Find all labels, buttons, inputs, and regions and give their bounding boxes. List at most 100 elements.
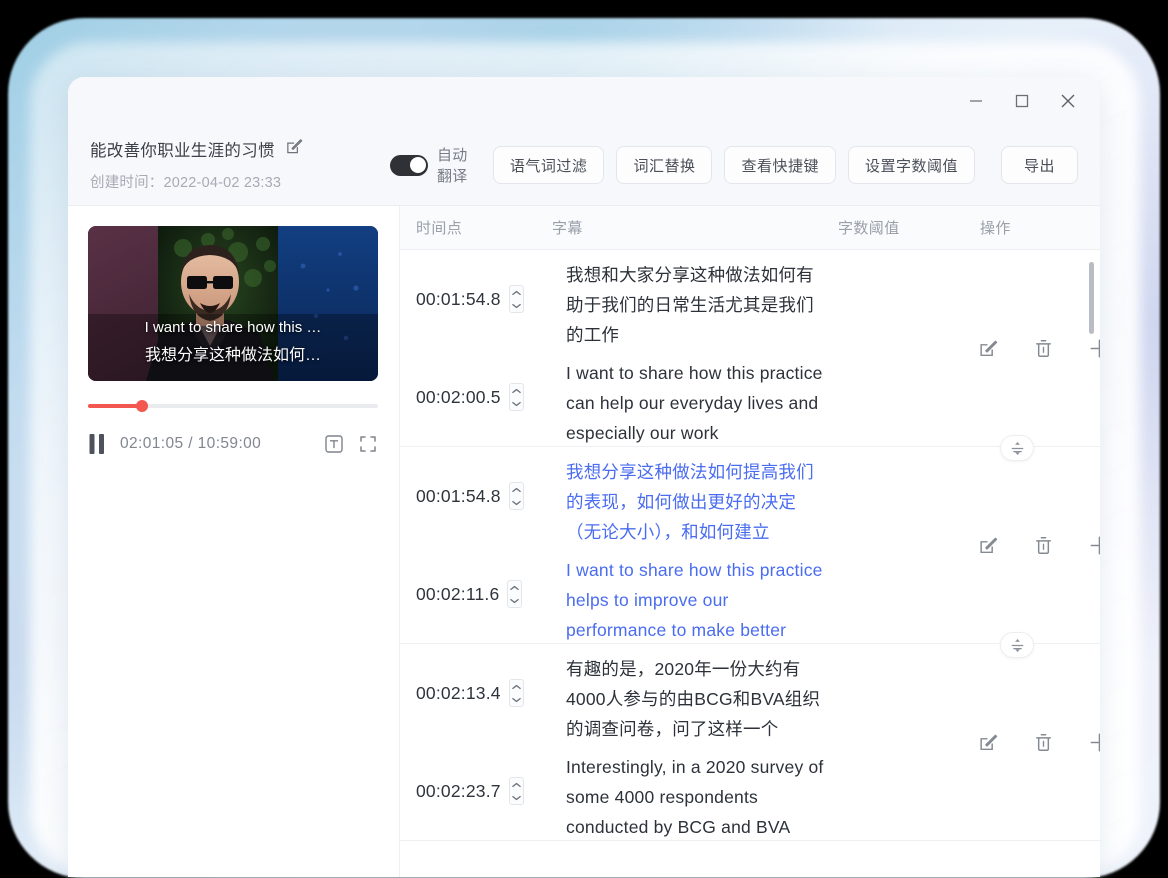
- subtitle-row[interactable]: 00:02:11.6 I want to share how this prac…: [400, 545, 838, 643]
- timestamp-stepper[interactable]: [509, 285, 524, 313]
- split-merge-button[interactable]: [1000, 435, 1034, 461]
- timestamp-value: 00:01:54.8: [416, 289, 501, 310]
- subtitle-row[interactable]: 00:02:23.7 Interestingly, in a 2020 surv…: [400, 742, 838, 840]
- timestamp-value: 00:02:13.4: [416, 683, 501, 704]
- chevron-down-icon: [512, 795, 521, 801]
- window-controls: [954, 77, 1090, 125]
- subtitle-text-zh[interactable]: 我想分享这种做法如何提高我们的表现，如何做出更好的决定（无论大小），和如何建立: [552, 447, 838, 545]
- auto-translate-toggle[interactable]: [390, 155, 428, 176]
- toggle-knob: [410, 157, 426, 173]
- timestamp-stepper[interactable]: [509, 383, 524, 411]
- edit-square-icon[interactable]: [978, 732, 999, 753]
- maximize-button[interactable]: [1000, 83, 1044, 119]
- player-controls: 02:01:05 / 10:59:00: [88, 433, 378, 455]
- subtitle-row[interactable]: 00:02:00.5 I want to share how this prac…: [400, 348, 838, 446]
- row-actions: [838, 447, 1100, 643]
- trash-icon[interactable]: [1033, 338, 1054, 359]
- page-title: 能改善你职业生涯的习惯: [90, 137, 275, 161]
- set-word-threshold-button[interactable]: 设置字数阈值: [848, 146, 975, 184]
- trash-icon[interactable]: [1033, 732, 1054, 753]
- auto-translate-control[interactable]: 自动翻译: [390, 144, 477, 186]
- chevron-up-icon: [512, 684, 521, 690]
- video-panel: I want to share how this … 我想分享这种做法如何…: [68, 206, 400, 877]
- subtitle-text-en[interactable]: I want to share how this practice helps …: [552, 545, 838, 643]
- subtitle-group-lines: 00:01:54.8 我想和大家分享这种做法如何有助于我们的日常生活尤其是我们的…: [400, 250, 838, 446]
- created-time-label: 创建时间：2022-04-02 23:33: [90, 171, 390, 192]
- minimize-button[interactable]: [954, 83, 998, 119]
- subtitle-group-lines: 00:02:13.4 有趣的是，2020年一份大约有4000人参与的由BCG和B…: [400, 644, 838, 840]
- pause-icon: [88, 433, 106, 455]
- chevron-down-icon: [512, 697, 521, 703]
- subtitle-text-zh[interactable]: 有趣的是，2020年一份大约有4000人参与的由BCG和BVA组织的调查问卷，问…: [552, 644, 838, 742]
- body: I want to share how this … 我想分享这种做法如何…: [68, 205, 1100, 877]
- video-captions: I want to share how this … 我想分享这种做法如何…: [88, 317, 378, 369]
- subtitle-group-lines: 00:01:54.8 我想分享这种做法如何提高我们的表现，如何做出更好的决定（无…: [400, 447, 838, 643]
- video-progress-bar[interactable]: [88, 399, 381, 413]
- timestamp-cell: 00:02:00.5: [400, 348, 552, 446]
- chevron-down-icon: [512, 303, 521, 309]
- fullscreen-icon[interactable]: [358, 434, 378, 454]
- chevron-up-icon: [512, 290, 521, 296]
- subtitle-row[interactable]: 00:01:54.8 我想分享这种做法如何提高我们的表现，如何做出更好的决定（无…: [400, 447, 838, 545]
- time-display: 02:01:05 / 10:59:00: [120, 435, 310, 453]
- timestamp-value: 00:02:23.7: [416, 781, 501, 802]
- video-caption-zh: 我想分享这种做法如何…: [96, 343, 370, 369]
- split-merge-button[interactable]: [1000, 632, 1034, 658]
- timestamp-value: 00:02:00.5: [416, 387, 501, 408]
- subtitle-group: 00:01:54.8 我想和大家分享这种做法如何有助于我们的日常生活尤其是我们的…: [400, 250, 1100, 447]
- subtitle-group: 00:01:54.8 我想分享这种做法如何提高我们的表现，如何做出更好的决定（无…: [400, 447, 1100, 644]
- progress-track[interactable]: [88, 404, 378, 408]
- timestamp-stepper[interactable]: [509, 482, 524, 510]
- timestamp-stepper[interactable]: [507, 580, 522, 608]
- close-button[interactable]: [1046, 83, 1090, 119]
- chevron-up-icon: [512, 487, 521, 493]
- minimize-icon: [968, 93, 984, 109]
- vertical-scrollbar-thumb[interactable]: [1089, 262, 1094, 334]
- timestamp-cell: 00:02:23.7: [400, 742, 552, 840]
- subtitle-group: 00:02:13.4 有趣的是，2020年一份大约有4000人参与的由BCG和B…: [400, 644, 1100, 841]
- subtitle-row[interactable]: 00:02:13.4 有趣的是，2020年一份大约有4000人参与的由BCG和B…: [400, 644, 838, 742]
- column-header-actions: 操作: [980, 217, 1100, 238]
- subtitle-text-en[interactable]: I want to share how this practice can he…: [552, 348, 838, 446]
- row-actions: [838, 250, 1100, 446]
- plus-icon[interactable]: [1088, 337, 1100, 360]
- view-shortcuts-button[interactable]: 查看快捷键: [724, 146, 836, 184]
- plus-icon[interactable]: [1088, 731, 1100, 754]
- split-merge-icon: [1011, 441, 1024, 456]
- title-block: 能改善你职业生涯的习惯 创建时间：2022-04-02 23:33: [90, 131, 390, 192]
- chevron-down-icon: [512, 401, 521, 407]
- close-icon: [1059, 92, 1077, 110]
- timestamp-stepper[interactable]: [509, 777, 524, 805]
- export-button[interactable]: 导出: [1001, 146, 1078, 184]
- subtitle-text-zh[interactable]: 我想和大家分享这种做法如何有助于我们的日常生活尤其是我们的工作: [552, 250, 838, 348]
- toolbar: 自动翻译 语气词过滤 词汇替换 查看快捷键 设置字数阈值 导出: [390, 131, 1078, 186]
- word-replace-button[interactable]: 词汇替换: [616, 146, 712, 184]
- chevron-up-icon: [512, 782, 521, 788]
- split-merge-icon: [1011, 638, 1024, 653]
- subtitle-text-en[interactable]: Interestingly, in a 2020 survey of some …: [552, 742, 838, 840]
- video-player[interactable]: I want to share how this … 我想分享这种做法如何…: [88, 226, 378, 381]
- chevron-down-icon: [512, 500, 521, 506]
- column-header-subtitle: 字幕: [552, 217, 838, 238]
- pause-button[interactable]: [88, 433, 106, 455]
- trash-icon[interactable]: [1033, 535, 1054, 556]
- column-header-threshold: 字数阈值: [838, 217, 980, 238]
- timestamp-cell: 00:01:54.8: [400, 250, 552, 348]
- subtitle-list: 00:01:54.8 我想和大家分享这种做法如何有助于我们的日常生活尤其是我们的…: [400, 250, 1100, 841]
- subtitle-T-icon[interactable]: [324, 434, 344, 454]
- filler-word-filter-button[interactable]: 语气词过滤: [493, 146, 605, 184]
- app-window: 能改善你职业生涯的习惯 创建时间：2022-04-02 23:33 自动翻译: [68, 77, 1100, 877]
- edit-square-icon[interactable]: [285, 137, 304, 161]
- timestamp-cell: 00:02:13.4: [400, 644, 552, 742]
- edit-square-icon[interactable]: [978, 338, 999, 359]
- edit-square-icon[interactable]: [978, 535, 999, 556]
- column-header-time: 时间点: [400, 217, 552, 238]
- plus-icon[interactable]: [1088, 534, 1100, 557]
- row-actions: [838, 644, 1100, 840]
- auto-translate-label: 自动翻译: [437, 144, 477, 186]
- subtitle-row[interactable]: 00:01:54.8 我想和大家分享这种做法如何有助于我们的日常生活尤其是我们的…: [400, 250, 838, 348]
- video-caption-en: I want to share how this …: [96, 317, 370, 340]
- timestamp-stepper[interactable]: [509, 679, 524, 707]
- chevron-up-icon: [512, 388, 521, 394]
- progress-handle[interactable]: [136, 400, 148, 412]
